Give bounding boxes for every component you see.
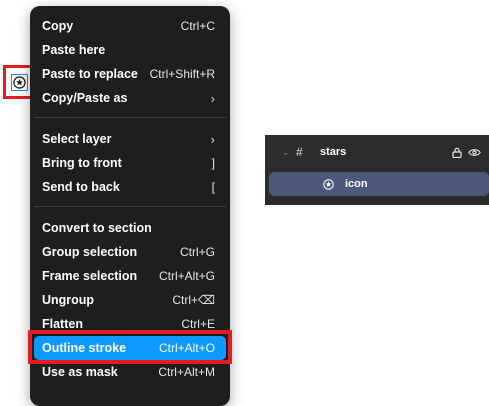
menu-item-shortcut: Ctrl+Alt+G — [158, 269, 215, 283]
menu-item-label: Paste here — [42, 43, 106, 57]
menu-item-label: Bring to front — [42, 156, 122, 170]
caret-down-icon[interactable]: ⌄ — [282, 147, 292, 158]
menu-divider — [34, 117, 226, 118]
eye-icon[interactable] — [468, 148, 481, 157]
layer-row-stars[interactable]: ⌄ # stars — [265, 140, 489, 164]
menu-item-copy[interactable]: Copy Ctrl+C — [34, 14, 226, 38]
menu-item-label: Ungroup — [42, 293, 95, 307]
menu-item-shortcut: Ctrl+Shift+R — [149, 67, 215, 81]
menu-item-label: Flatten — [42, 317, 83, 331]
layer-name: icon — [345, 178, 368, 190]
menu-item-select-layer[interactable]: Select layer › — [34, 127, 226, 151]
menu-item-copy-paste-as[interactable]: Copy/Paste as › — [34, 86, 226, 110]
menu-item-paste-here[interactable]: Paste here — [34, 38, 226, 62]
menu-item-label: Use as mask — [42, 365, 118, 379]
menu-item-label: Group selection — [42, 245, 138, 259]
menu-item-shortcut: Ctrl+C — [180, 19, 215, 33]
menu-item-shortcut: [ — [211, 180, 215, 194]
menu-item-outline-stroke[interactable]: Outline stroke Ctrl+Alt+O — [34, 336, 226, 360]
menu-item-label: Paste to replace — [42, 67, 138, 81]
menu-item-label: Send to back — [42, 180, 120, 194]
layer-name: stars — [320, 146, 347, 158]
context-menu: Copy Ctrl+C Paste here Paste to replace … — [30, 6, 230, 406]
chevron-right-icon: › — [210, 90, 215, 106]
menu-item-shortcut: ] — [211, 156, 215, 170]
menu-item-shortcut: Ctrl+G — [179, 245, 215, 259]
layer-row-icon[interactable]: icon — [269, 172, 489, 196]
menu-item-label: Select layer — [42, 132, 112, 146]
menu-item-paste-to-replace[interactable]: Paste to replace Ctrl+Shift+R — [34, 62, 226, 86]
menu-item-use-as-mask[interactable]: Use as mask Ctrl+Alt+M — [34, 360, 226, 384]
menu-item-flatten[interactable]: Flatten Ctrl+E — [34, 312, 226, 336]
lock-icon[interactable] — [452, 147, 462, 158]
menu-item-label: Outline stroke — [42, 341, 127, 355]
menu-item-label: Frame selection — [42, 269, 138, 283]
chevron-right-icon: › — [210, 131, 215, 147]
menu-item-label: Copy — [42, 19, 74, 33]
menu-item-label: Convert to section — [42, 221, 152, 235]
menu-item-group-selection[interactable]: Group selection Ctrl+G — [34, 240, 226, 264]
menu-item-shortcut: Ctrl+Alt+M — [158, 365, 215, 379]
menu-divider — [34, 206, 226, 207]
menu-item-shortcut: Ctrl+Alt+O — [158, 341, 215, 355]
menu-item-shortcut: Ctrl+⌫ — [172, 293, 215, 307]
menu-item-shortcut: Ctrl+E — [181, 317, 215, 331]
star-outline-icon — [323, 178, 335, 190]
frame-hash-icon: # — [296, 145, 303, 159]
menu-item-convert-to-section[interactable]: Convert to section — [34, 216, 226, 240]
layers-panel: ⌄ # stars icon — [265, 135, 489, 205]
menu-item-frame-selection[interactable]: Frame selection Ctrl+Alt+G — [34, 264, 226, 288]
star-outline-icon[interactable] — [11, 73, 28, 91]
menu-item-ungroup[interactable]: Ungroup Ctrl+⌫ — [34, 288, 226, 312]
menu-item-send-to-back[interactable]: Send to back [ — [34, 175, 226, 199]
menu-item-label: Copy/Paste as — [42, 91, 128, 105]
menu-item-bring-to-front[interactable]: Bring to front ] — [34, 151, 226, 175]
